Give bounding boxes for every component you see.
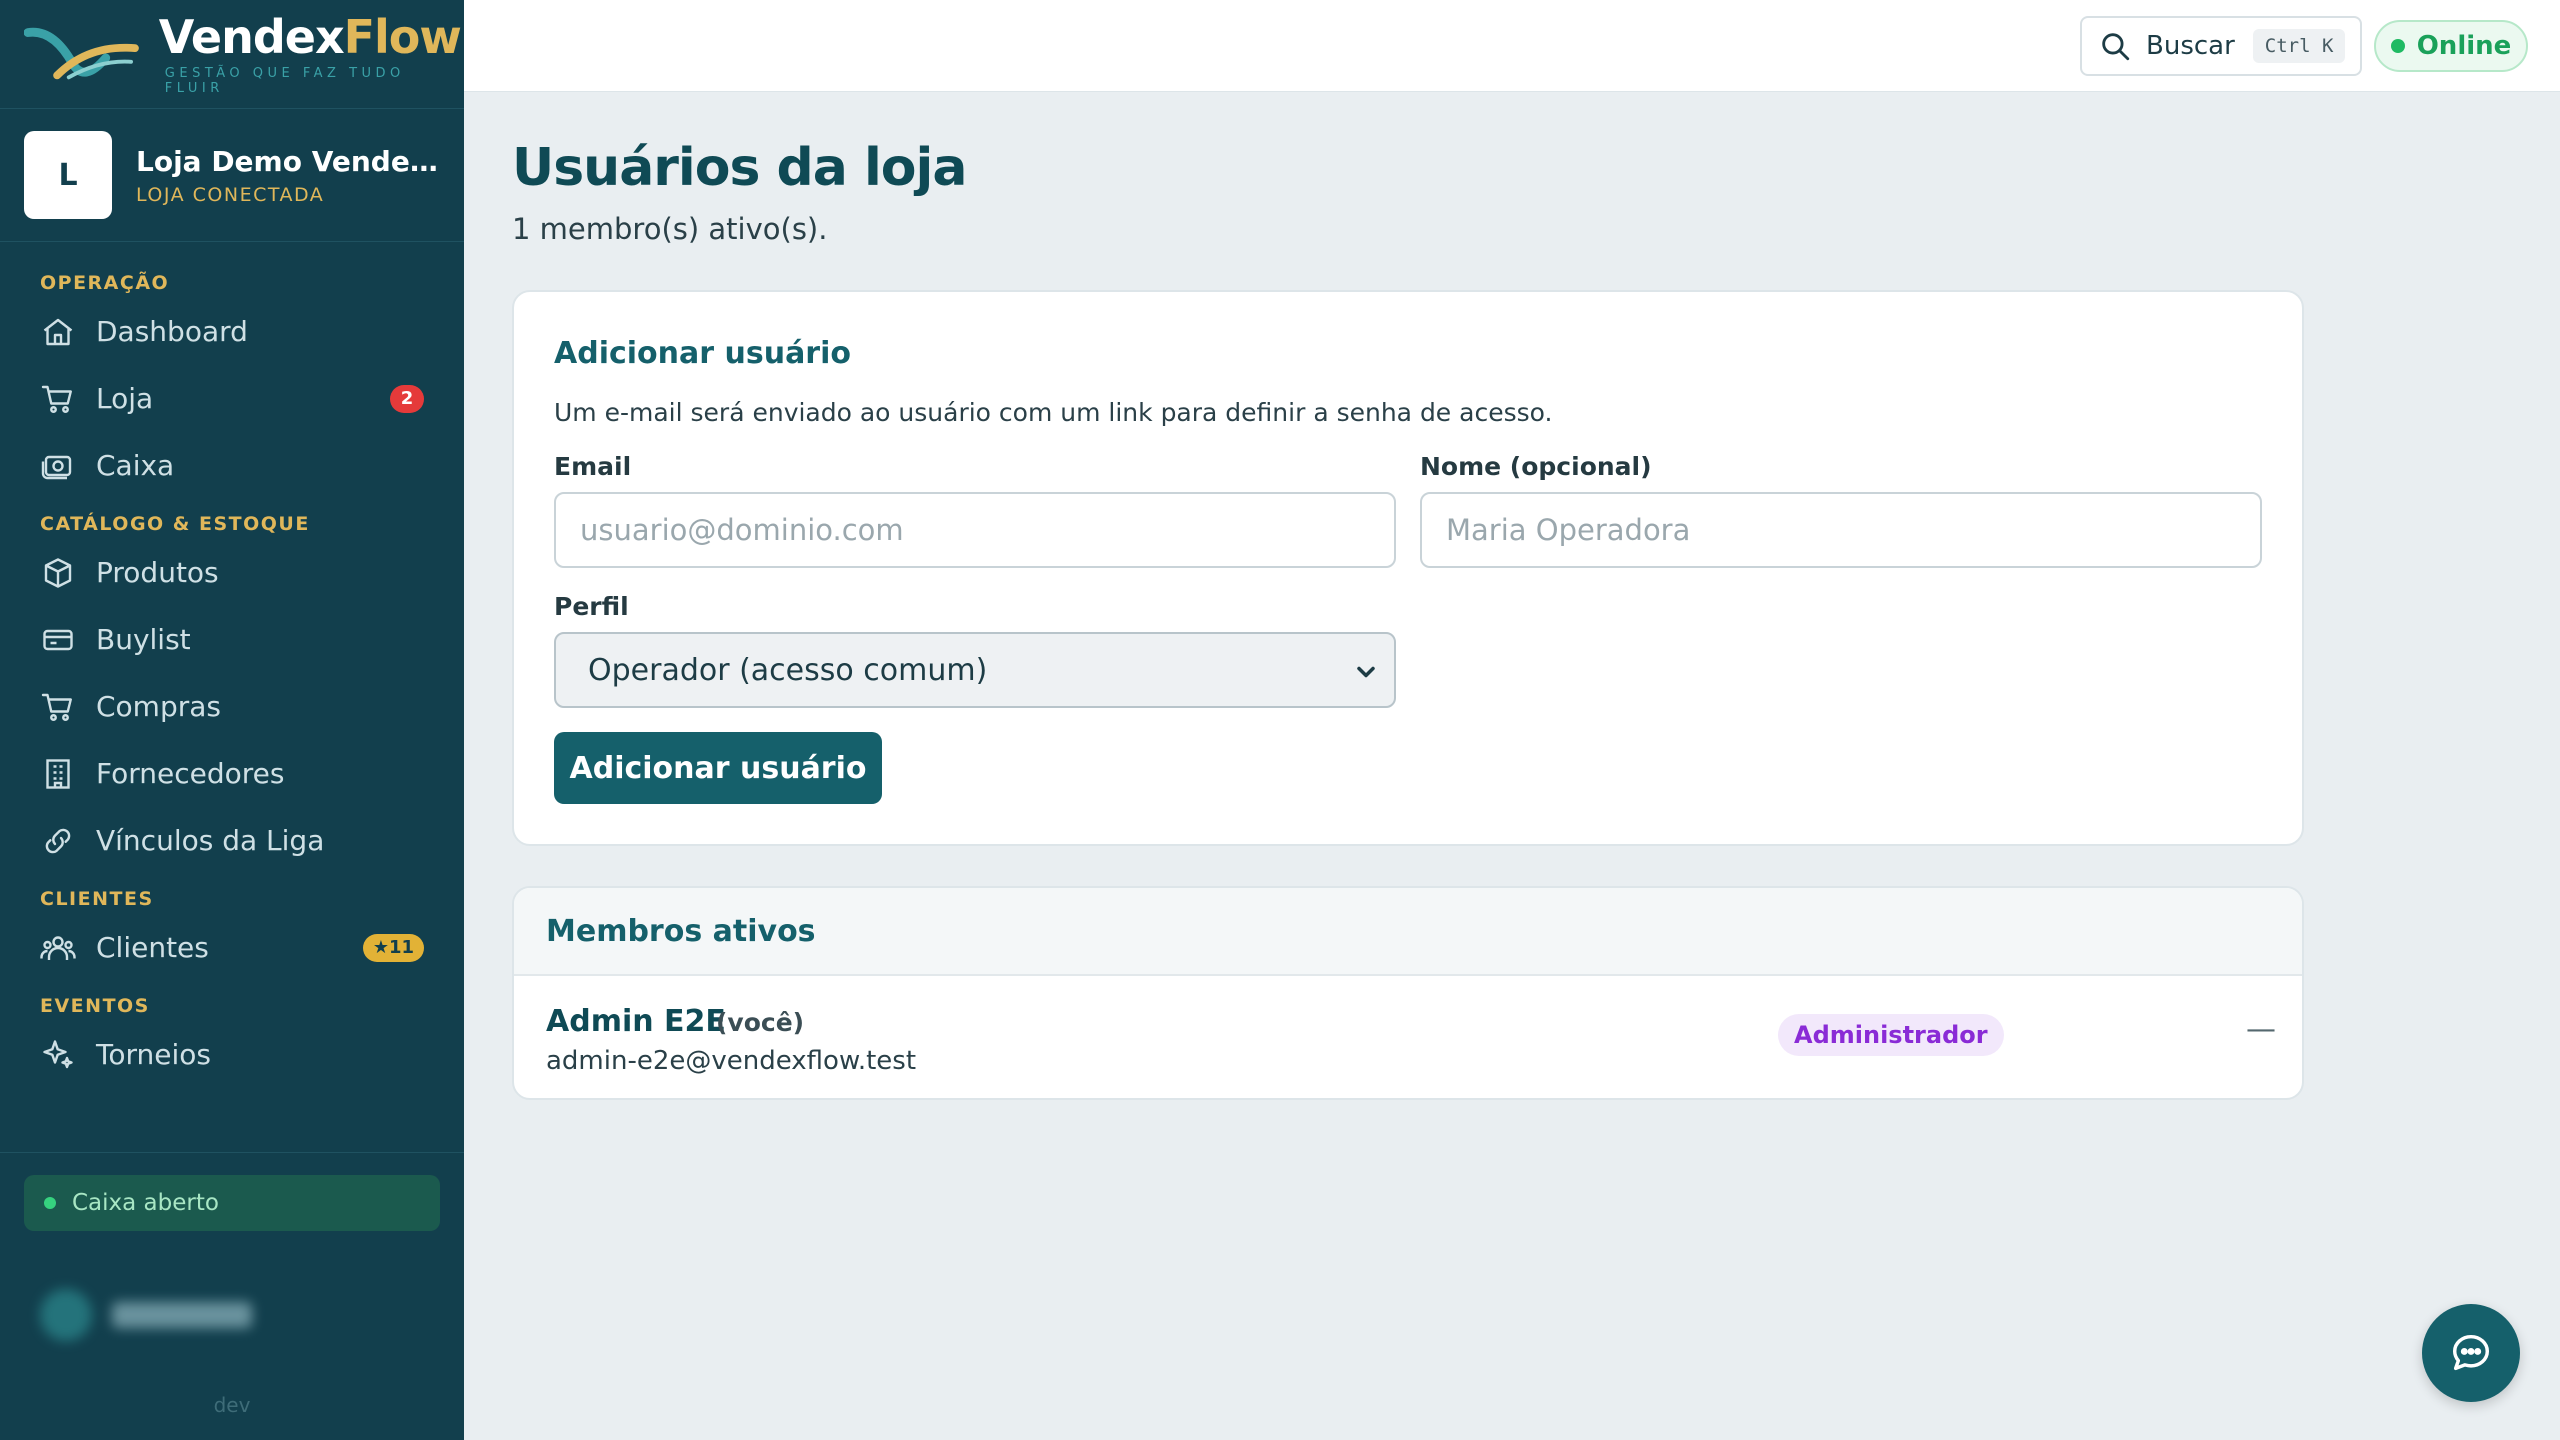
page-subtitle: 1 membro(s) ativo(s). xyxy=(512,212,828,246)
nav-section-operacao: OPERAÇÃO xyxy=(40,272,170,294)
store-selector[interactable]: L Loja Demo VendexFl... LOJA CONECTADA xyxy=(0,108,464,242)
status-dot-icon xyxy=(44,1197,56,1209)
sidebar-item-label: Vínculos da Liga xyxy=(96,824,325,857)
store-status: LOJA CONECTADA xyxy=(136,183,325,206)
nav-section-eventos: EVENTOS xyxy=(40,995,150,1017)
sidebar-item-dashboard[interactable]: Dashboard xyxy=(0,298,464,365)
name-field[interactable] xyxy=(1420,492,2262,568)
member-name: Admin E2E xyxy=(546,1004,726,1039)
sidebar-item-label: Fornecedores xyxy=(96,757,285,790)
sidebar-item-loja[interactable]: Loja 2 xyxy=(0,365,464,432)
cash-status-pill[interactable]: Caixa aberto xyxy=(24,1175,440,1231)
sidebar-item-label: Clientes xyxy=(96,931,209,964)
members-title: Membros ativos xyxy=(514,888,2302,976)
table-row: Admin E2E (você) admin-e2e@vendexflow.te… xyxy=(514,976,2302,1098)
clientes-star-badge: ★11 xyxy=(362,933,424,962)
add-user-description: Um e-mail será enviado ao usuário com um… xyxy=(554,398,1553,427)
connection-status-badge: Online xyxy=(2374,20,2528,72)
page-title: Usuários da loja xyxy=(512,138,967,198)
card-icon xyxy=(40,622,76,658)
sidebar-item-label: Caixa xyxy=(96,449,175,482)
sidebar-item-label: Loja xyxy=(96,382,154,415)
sidebar-item-compras[interactable]: Compras xyxy=(0,673,464,740)
member-email: admin-e2e@vendexflow.test xyxy=(546,1046,917,1076)
role-badge: Administrador xyxy=(1778,1014,2004,1056)
user-name-blurred xyxy=(112,1302,252,1328)
sidebar-item-produtos[interactable]: Produtos xyxy=(0,539,464,606)
profile-selected-value: Operador (acesso comum) xyxy=(588,652,988,688)
sidebar-item-label: Buylist xyxy=(96,623,191,656)
sidebar-item-label: Produtos xyxy=(96,556,219,589)
member-you-tag: (você) xyxy=(716,1008,805,1037)
sidebar-item-label: Dashboard xyxy=(96,315,248,348)
active-members-card: Membros ativos Admin E2E (você) admin-e2… xyxy=(512,886,2304,1100)
email-label: Email xyxy=(554,452,632,481)
home-icon xyxy=(40,314,76,350)
cash-status-label: Caixa aberto xyxy=(72,1190,219,1216)
chevron-down-icon xyxy=(1357,666,1375,678)
user-menu[interactable] xyxy=(40,1285,464,1345)
profile-select[interactable]: Operador (acesso comum) xyxy=(554,632,1396,708)
search-label: Buscar xyxy=(2146,31,2235,61)
users-icon xyxy=(40,930,76,966)
loja-count-badge: 2 xyxy=(390,384,424,413)
brand-name: VendexFlow xyxy=(158,10,462,64)
sidebar-item-fornecedores[interactable]: Fornecedores xyxy=(0,740,464,807)
sidebar-item-torneios[interactable]: Torneios xyxy=(0,1021,464,1088)
sidebar-item-caixa[interactable]: Caixa xyxy=(0,432,464,499)
sidebar-item-vinculos[interactable]: Vínculos da Liga xyxy=(0,807,464,874)
cart-icon xyxy=(40,689,76,725)
sidebar-footer: Caixa aberto dev xyxy=(0,1152,464,1417)
shortcut-hint: Ctrl K xyxy=(2252,29,2346,63)
sidebar: VendexFlow GESTÃO QUE FAZ TUDO FLUIR L L… xyxy=(0,0,464,1440)
connection-status-label: Online xyxy=(2416,31,2512,61)
profile-label: Perfil xyxy=(554,592,629,621)
sparkle-icon xyxy=(40,1037,76,1073)
nav-section-clientes: CLIENTES xyxy=(40,888,154,910)
email-field[interactable] xyxy=(554,492,1396,568)
search-icon xyxy=(2102,33,2130,61)
logo-waves-icon xyxy=(24,27,139,80)
name-label: Nome (opcional) xyxy=(1420,452,1652,481)
add-user-title: Adicionar usuário xyxy=(554,336,851,371)
chat-button[interactable] xyxy=(2422,1304,2520,1402)
building-icon xyxy=(40,756,76,792)
sidebar-item-label: Compras xyxy=(96,690,221,723)
sidebar-nav: OPERAÇÃO Dashboard Loja 2 Caixa CATÁLOGO… xyxy=(0,242,464,1088)
status-dot-icon xyxy=(2390,39,2405,53)
sidebar-item-buylist[interactable]: Buylist xyxy=(0,606,464,673)
sidebar-item-clientes[interactable]: Clientes ★11 xyxy=(0,914,464,981)
cart-icon xyxy=(40,381,76,417)
box-icon xyxy=(40,555,76,591)
sidebar-item-label: Torneios xyxy=(96,1038,211,1071)
chat-bubble-icon xyxy=(2452,1334,2490,1371)
topbar: Buscar Ctrl K Online xyxy=(464,0,2560,92)
add-user-button[interactable]: Adicionar usuário xyxy=(554,732,882,804)
cash-register-icon xyxy=(40,448,76,484)
brand[interactable]: VendexFlow GESTÃO QUE FAZ TUDO FLUIR xyxy=(0,0,464,108)
brand-tagline: GESTÃO QUE FAZ TUDO FLUIR xyxy=(164,66,405,96)
store-name: Loja Demo VendexFl... xyxy=(136,144,446,178)
search-button[interactable]: Buscar Ctrl K xyxy=(2080,16,2362,76)
store-avatar: L xyxy=(24,131,112,219)
row-action-placeholder: — xyxy=(2246,1012,2276,1047)
add-user-card: Adicionar usuário Um e-mail será enviado… xyxy=(512,290,2304,846)
link-icon xyxy=(40,823,76,859)
avatar xyxy=(40,1289,92,1341)
nav-section-catalogo: CATÁLOGO & ESTOQUE xyxy=(40,513,310,535)
env-label: dev xyxy=(213,1393,251,1417)
